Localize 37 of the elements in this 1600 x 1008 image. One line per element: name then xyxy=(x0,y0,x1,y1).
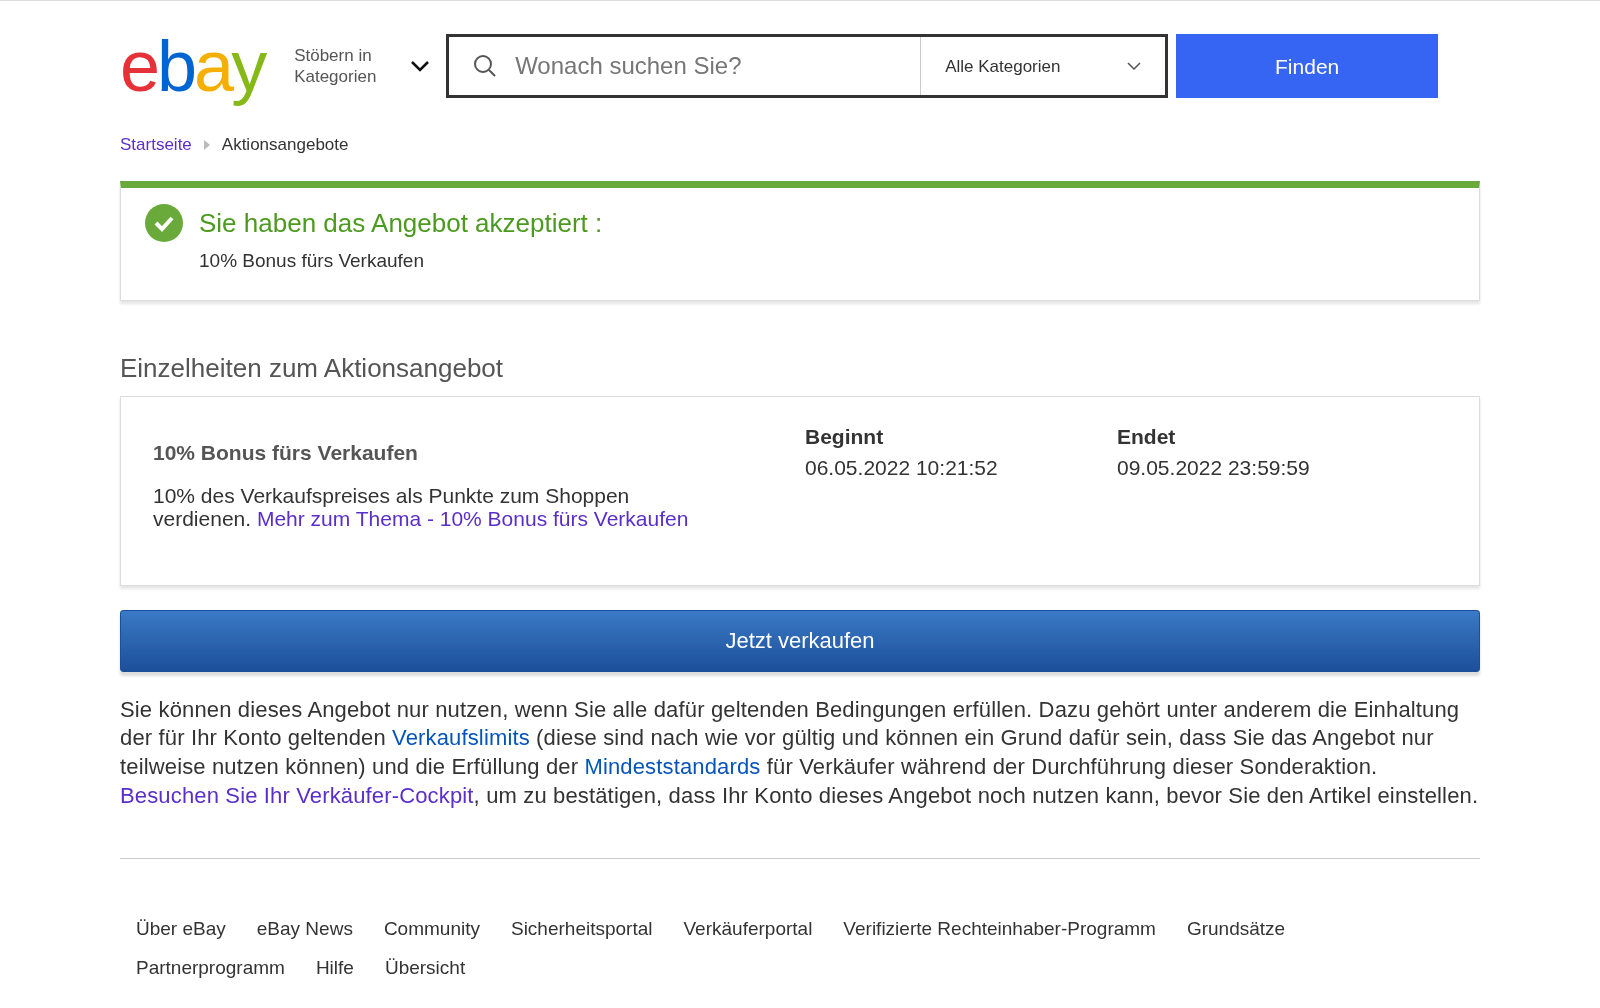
check-circle-icon xyxy=(145,204,183,243)
footer-link[interactable]: Community xyxy=(383,915,480,944)
footer-link[interactable]: Verkäuferportal xyxy=(683,915,813,944)
more-info-link[interactable]: Mehr zum Thema - 10% Bonus fürs Verkaufen xyxy=(256,507,689,531)
footer-link[interactable]: Hilfe xyxy=(315,953,354,983)
chevron-down-icon xyxy=(1127,62,1142,71)
date-label: Endet xyxy=(1117,423,1177,450)
logo[interactable]: ebay xyxy=(120,25,271,108)
footer-link[interactable]: Übersicht xyxy=(384,953,466,983)
offer-description: 10% des Verkaufspreises als Punkte zum Shoppen verdienen. Mehr zum Thema - 10% Bonus fürs Verkaufen xyxy=(153,484,690,531)
footer-link[interactable]: eBay News xyxy=(256,915,353,944)
alert-title: Sie haben das Angebot akzeptiert : xyxy=(199,207,603,241)
breadcrumb-current: Aktionsangebote xyxy=(221,133,349,156)
sell-now-button[interactable]: Jetzt verkaufen xyxy=(120,609,1480,672)
terms-link[interactable]: Verkaufslimits xyxy=(392,725,530,751)
section-heading: Einzelheiten zum Aktionsangebot xyxy=(120,351,505,385)
alert-text: 10% Bonus fürs Verkaufen xyxy=(199,249,425,274)
chevron-down-icon xyxy=(410,60,431,73)
terms-paragraph: Sie können dieses Angebot nur nutzen, wenn Sie alle dafür geltenden Bedingungen erfüllen. Dazu gehört unter anderem die Einhaltung der für Ihr Konto geltenden Verkaufslimits (diese sind nach wie vor gültig und können ein Grund dafür sein, dass Sie das Angebot nur teilweise nutzen können) und die Erfüllung der Mindeststandards für Verkäufer während der Durchführung dieser Sonderaktion. Besuchen Sie Ihr Verkäufer-Cockpit, um zu bestätigen, dass Ihr Konto dieses Angebot noch nutzen kann, bevor Sie den Artikel einstellen. xyxy=(120,695,1480,810)
terms-link[interactable]: Mindeststandards xyxy=(584,754,761,779)
date-label: Beginnt xyxy=(805,423,885,450)
date-value: 09.05.2022 23:59:59 xyxy=(1117,455,1311,482)
browse-categories-button[interactable]: Stöbern in Kategorien xyxy=(294,45,431,88)
category-dropdown[interactable]: Alle Kategorien xyxy=(920,37,1166,96)
breadcrumb-link[interactable]: Startseite xyxy=(120,131,192,158)
footer-link[interactable]: Partnerprogramm xyxy=(136,953,285,983)
breadcrumb-separator-icon xyxy=(203,139,210,150)
terms-link[interactable]: Besuchen Sie Ihr Verkäufer-Cockpit xyxy=(120,782,474,808)
search-icon xyxy=(473,54,498,79)
offer-title: 10% Bonus fürs Verkaufen xyxy=(153,439,419,466)
find-button[interactable]: Finden xyxy=(1176,34,1439,99)
footer-link[interactable]: Verifizierte Rechteinhaber-Programm xyxy=(843,915,1156,944)
date-value: 06.05.2022 10:21:52 xyxy=(805,455,999,482)
footer-link[interactable]: Grundsätze xyxy=(1186,915,1286,944)
search-bar[interactable]: Wonach suchen Sie? Alle Kategorien xyxy=(446,34,1169,99)
footer-link[interactable]: Sicherheitsportal xyxy=(510,915,653,944)
footer-link[interactable]: Über eBay xyxy=(136,915,226,944)
